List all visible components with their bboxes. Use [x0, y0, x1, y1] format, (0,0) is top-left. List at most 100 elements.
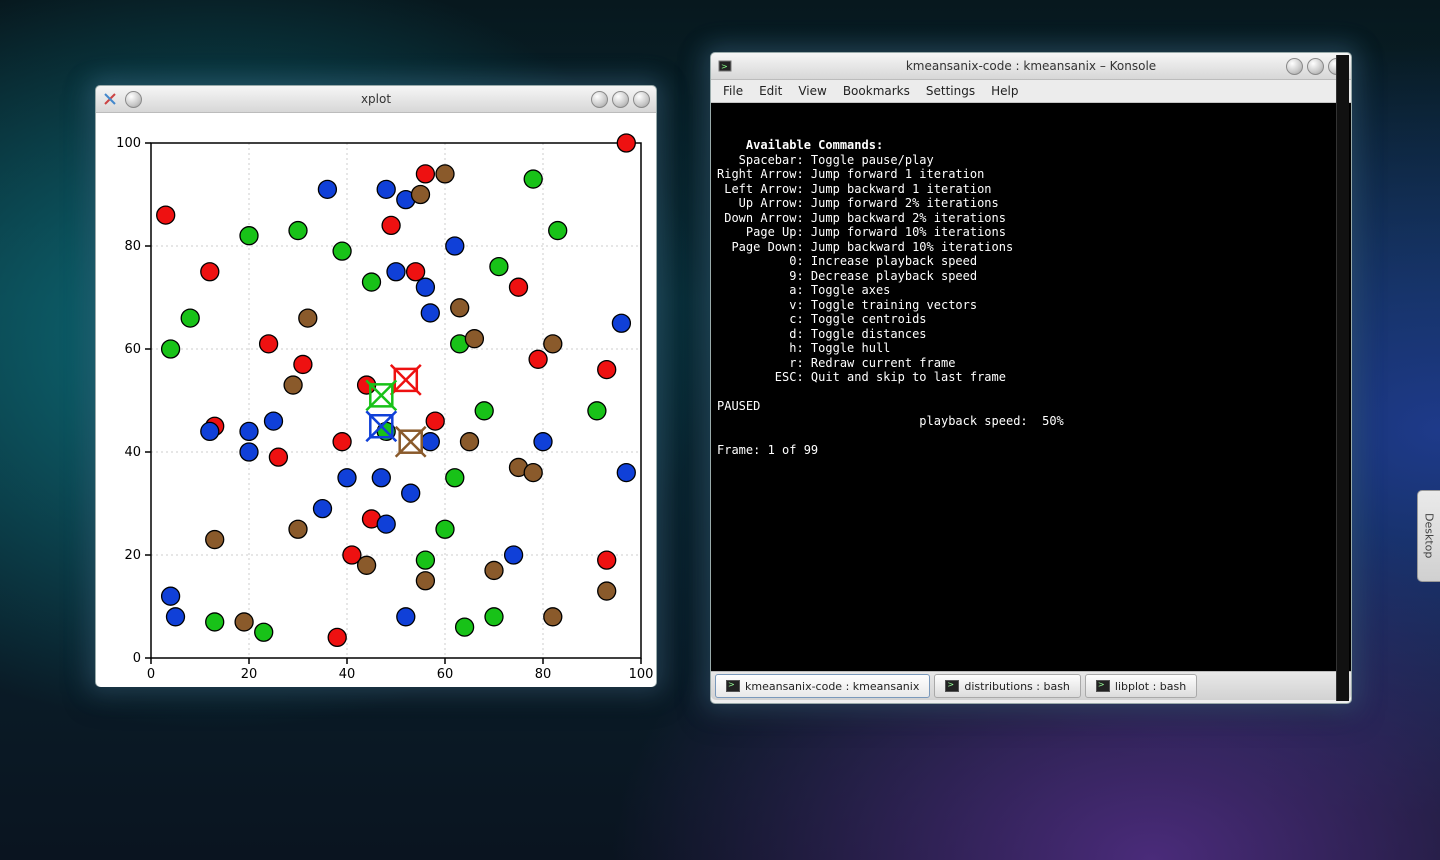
konsole-minimize-button[interactable] [1286, 58, 1303, 75]
konsole-tab-label: distributions : bash [964, 680, 1070, 693]
terminal-body: Spacebar: Toggle pause/play Right Arrow:… [717, 153, 1064, 457]
data-point [363, 273, 381, 291]
data-point [485, 608, 503, 626]
data-point [461, 433, 479, 451]
data-point [157, 206, 175, 224]
data-point [465, 330, 483, 348]
data-point [402, 484, 420, 502]
data-point [421, 433, 439, 451]
konsole-tab-label: libplot : bash [1115, 680, 1186, 693]
data-point [181, 309, 199, 327]
konsole-tab-0[interactable]: kmeansanix-code : kmeansanix [715, 674, 930, 698]
data-point [372, 469, 390, 487]
menu-view[interactable]: View [790, 82, 834, 100]
data-point [612, 314, 630, 332]
data-point [240, 227, 258, 245]
data-point [289, 520, 307, 538]
konsole-tab-1[interactable]: distributions : bash [934, 674, 1081, 698]
data-point [544, 335, 562, 353]
svg-text:40: 40 [124, 445, 141, 460]
menu-edit[interactable]: Edit [751, 82, 790, 100]
data-point [206, 531, 224, 549]
data-point [598, 361, 616, 379]
data-point [167, 608, 185, 626]
konsole-tab-2[interactable]: libplot : bash [1085, 674, 1197, 698]
konsole-tabbar: kmeansanix-code : kmeansanix distribution… [711, 671, 1351, 700]
data-point [162, 340, 180, 358]
data-point [617, 464, 635, 482]
data-point [416, 551, 434, 569]
xplot-canvas: 020406080100020406080100 [96, 113, 656, 687]
svg-text:20: 20 [124, 548, 141, 563]
data-point [387, 263, 405, 281]
konsole-titlebar[interactable]: > kmeansanix-code : kmeansanix – Konsole [711, 53, 1351, 80]
xplot-title: xplot [96, 92, 656, 106]
xplot-minimize-button[interactable] [591, 91, 608, 108]
svg-text:0: 0 [147, 667, 155, 682]
svg-text:40: 40 [339, 667, 356, 682]
data-point [260, 335, 278, 353]
data-point [333, 242, 351, 260]
svg-text:60: 60 [124, 342, 141, 357]
data-point [318, 180, 336, 198]
data-point [284, 376, 302, 394]
svg-text:80: 80 [535, 667, 552, 682]
xplot-app-icon [102, 92, 117, 107]
data-point [328, 628, 346, 646]
xplot-titlebar[interactable]: xplot [96, 86, 656, 113]
svg-text:>: > [721, 62, 728, 71]
data-point [505, 546, 523, 564]
konsole-tab-label: kmeansanix-code : kmeansanix [745, 680, 919, 693]
data-point [485, 561, 503, 579]
data-point [333, 433, 351, 451]
menu-settings[interactable]: Settings [918, 82, 983, 100]
svg-text:20: 20 [241, 667, 258, 682]
svg-text:80: 80 [124, 239, 141, 254]
svg-text:0: 0 [133, 651, 141, 666]
terminal-icon [726, 680, 740, 692]
data-point [255, 623, 273, 641]
data-point [416, 165, 434, 183]
menu-bookmarks[interactable]: Bookmarks [835, 82, 918, 100]
data-point [416, 572, 434, 590]
data-point [598, 582, 616, 600]
data-point [456, 618, 474, 636]
menu-file[interactable]: File [715, 82, 751, 100]
menu-help[interactable]: Help [983, 82, 1026, 100]
data-point [446, 469, 464, 487]
data-point [617, 134, 635, 152]
terminal-scrollbar[interactable] [1336, 103, 1349, 671]
data-point [598, 551, 616, 569]
xplot-close-button[interactable] [633, 91, 650, 108]
data-point [235, 613, 253, 631]
data-point [206, 613, 224, 631]
data-point [412, 186, 430, 204]
data-point [416, 278, 434, 296]
data-point [314, 500, 332, 518]
data-point [407, 263, 425, 281]
data-point [524, 464, 542, 482]
data-point [377, 180, 395, 198]
konsole-maximize-button[interactable] [1307, 58, 1324, 75]
data-point [436, 165, 454, 183]
terminal-heading: Available Commands: [746, 138, 883, 152]
data-point [358, 556, 376, 574]
data-point [446, 237, 464, 255]
desktop-background: xplot 020406080100020406080100 > kmeansa… [0, 0, 1440, 860]
data-point [588, 402, 606, 420]
terminal-icon [1096, 680, 1110, 692]
desktop-pager-tab[interactable]: Desktop [1417, 490, 1440, 582]
data-point [240, 443, 258, 461]
xplot-maximize-button[interactable] [612, 91, 629, 108]
data-point [510, 278, 528, 296]
konsole-window: > kmeansanix-code : kmeansanix – Konsole… [710, 52, 1352, 704]
konsole-app-icon: > [717, 59, 732, 74]
data-point [289, 222, 307, 240]
konsole-title: kmeansanix-code : kmeansanix – Konsole [711, 59, 1351, 73]
xplot-shade-button[interactable] [125, 91, 142, 108]
data-point [426, 412, 444, 430]
xplot-window: xplot 020406080100020406080100 [95, 85, 657, 687]
data-point [338, 469, 356, 487]
terminal-output[interactable]: Available Commands: Spacebar: Toggle pau… [711, 103, 1351, 671]
data-point [397, 608, 415, 626]
